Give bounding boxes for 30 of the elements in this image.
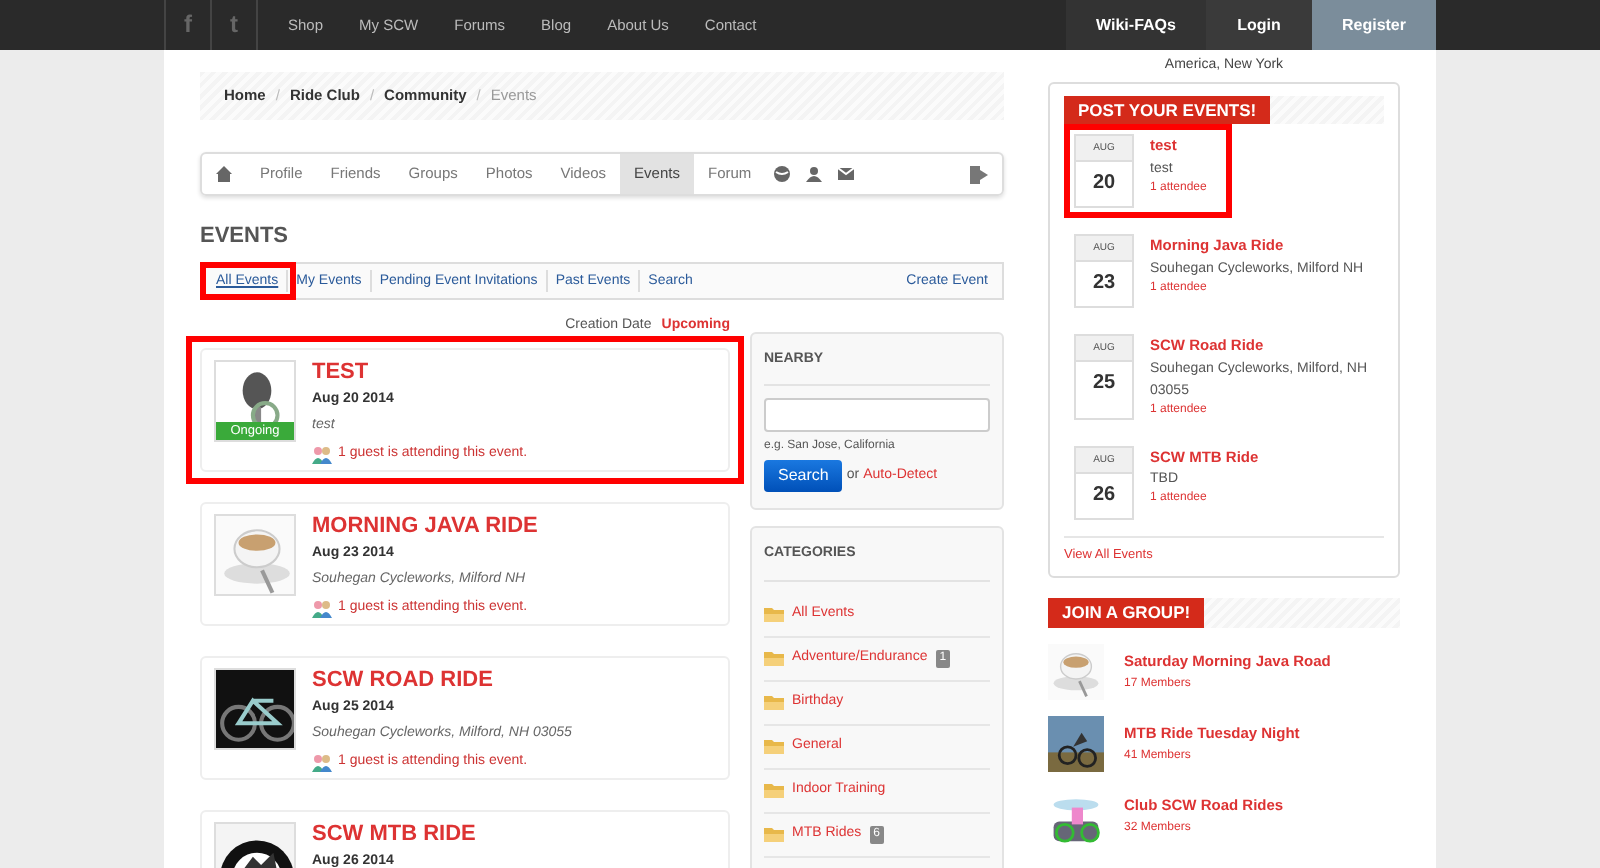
folder-icon xyxy=(764,650,784,666)
section-title: JOIN A GROUP! xyxy=(1048,598,1205,628)
wiki-link[interactable]: Wiki-FAQs xyxy=(1066,0,1206,50)
event-title[interactable]: TEST xyxy=(312,360,528,386)
globe-icon[interactable] xyxy=(773,166,790,182)
page-heading: EVENTS xyxy=(200,222,291,252)
exit-icon[interactable] xyxy=(970,165,988,183)
day-label: 25 xyxy=(1090,370,1118,399)
day-label: 20 xyxy=(1090,170,1118,199)
people-icon xyxy=(312,445,332,464)
location-field[interactable] xyxy=(764,398,990,432)
search-button[interactable]: Search xyxy=(764,460,843,492)
folder-icon xyxy=(764,606,784,622)
folder-icon xyxy=(764,826,784,842)
people-icon xyxy=(312,599,332,618)
mail-icon[interactable] xyxy=(837,166,854,182)
folder-icon xyxy=(764,782,784,798)
section-title: POST YOUR EVENTS! xyxy=(1064,95,1271,125)
login-button[interactable]: Login xyxy=(1206,0,1312,50)
register-button[interactable]: Register xyxy=(1312,0,1436,50)
folder-icon xyxy=(764,738,784,754)
home-icon xyxy=(216,166,232,182)
folder-icon xyxy=(764,694,784,710)
user-icon[interactable] xyxy=(805,166,822,182)
people-icon xyxy=(312,753,332,772)
day-label: 26 xyxy=(1090,481,1118,509)
day-label: 23 xyxy=(1090,270,1118,299)
event-title[interactable]: SCW MTB RIDE xyxy=(312,822,476,848)
event-title[interactable]: SCW ROAD RIDE xyxy=(312,668,572,694)
event-title[interactable]: MORNING JAVA RIDE xyxy=(312,514,538,540)
